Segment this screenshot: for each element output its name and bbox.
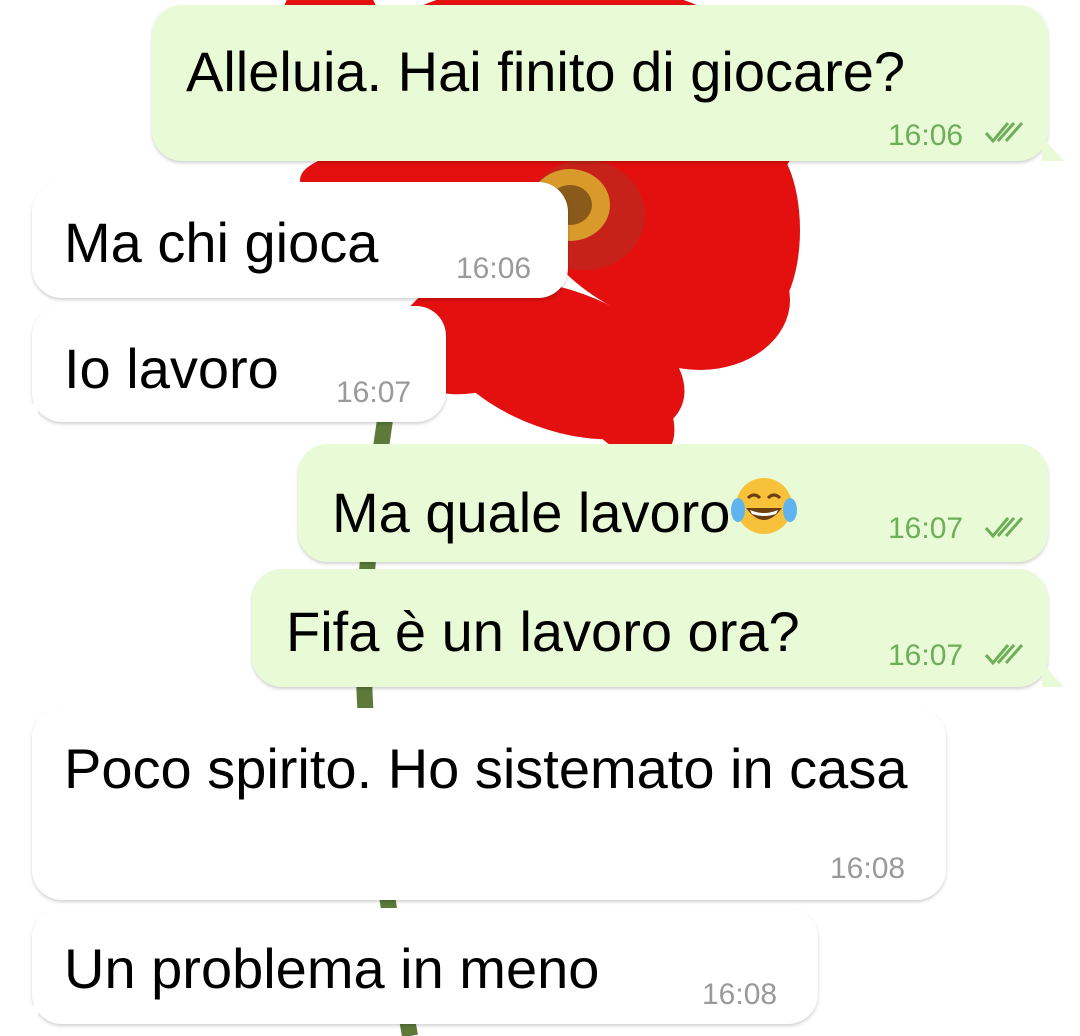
message-text: Poco spirito. Ho sistemato in casa: [64, 737, 908, 800]
message-bubble-outgoing[interactable]: Fifa è un lavoro ora? 16:07: [252, 569, 1048, 687]
message-time: 16:07: [888, 639, 964, 672]
message-bubble-outgoing[interactable]: Alleluia. Hai finito di giocare? 16:06: [152, 5, 1048, 161]
message-time: 16:06: [456, 252, 532, 285]
bubble-tail-icon: [1042, 137, 1064, 161]
message-time: 16:07: [888, 512, 964, 545]
message-text: Io lavoro: [64, 337, 279, 400]
bubble-tail-icon: [16, 398, 38, 422]
double-check-icon: [984, 517, 1024, 539]
message-bubble-incoming[interactable]: Ma chi gioca 16:06: [32, 182, 568, 298]
double-check-icon: [984, 644, 1024, 666]
double-check-icon: [984, 122, 1024, 144]
message-time: 16:08: [830, 852, 906, 885]
message-text: Fifa è un lavoro ora?: [286, 600, 800, 663]
message-bubble-incoming[interactable]: Io lavoro 16:07: [32, 306, 446, 422]
message-text: Ma quale lavoro: [332, 476, 798, 542]
bubble-tail-icon: [1042, 663, 1064, 687]
face-with-tears-of-joy-icon: [731, 478, 798, 534]
message-bubble-outgoing[interactable]: Ma quale lavoro 16:07: [298, 444, 1048, 562]
message-text: Alleluia. Hai finito di giocare?: [186, 40, 906, 103]
message-bubble-incoming[interactable]: Poco spirito. Ho sistemato in casa 16:08: [32, 708, 946, 900]
message-bubble-incoming[interactable]: Un problema in meno 16:08: [32, 908, 818, 1024]
bubble-tail-icon: [16, 1000, 38, 1024]
message-text: Un problema in meno: [64, 937, 600, 1000]
message-time: 16:08: [702, 978, 778, 1011]
message-text-content: Ma quale lavoro: [332, 481, 731, 544]
message-time: 16:06: [888, 119, 964, 152]
message-time: 16:07: [336, 376, 412, 409]
message-text: Ma chi gioca: [64, 211, 379, 274]
